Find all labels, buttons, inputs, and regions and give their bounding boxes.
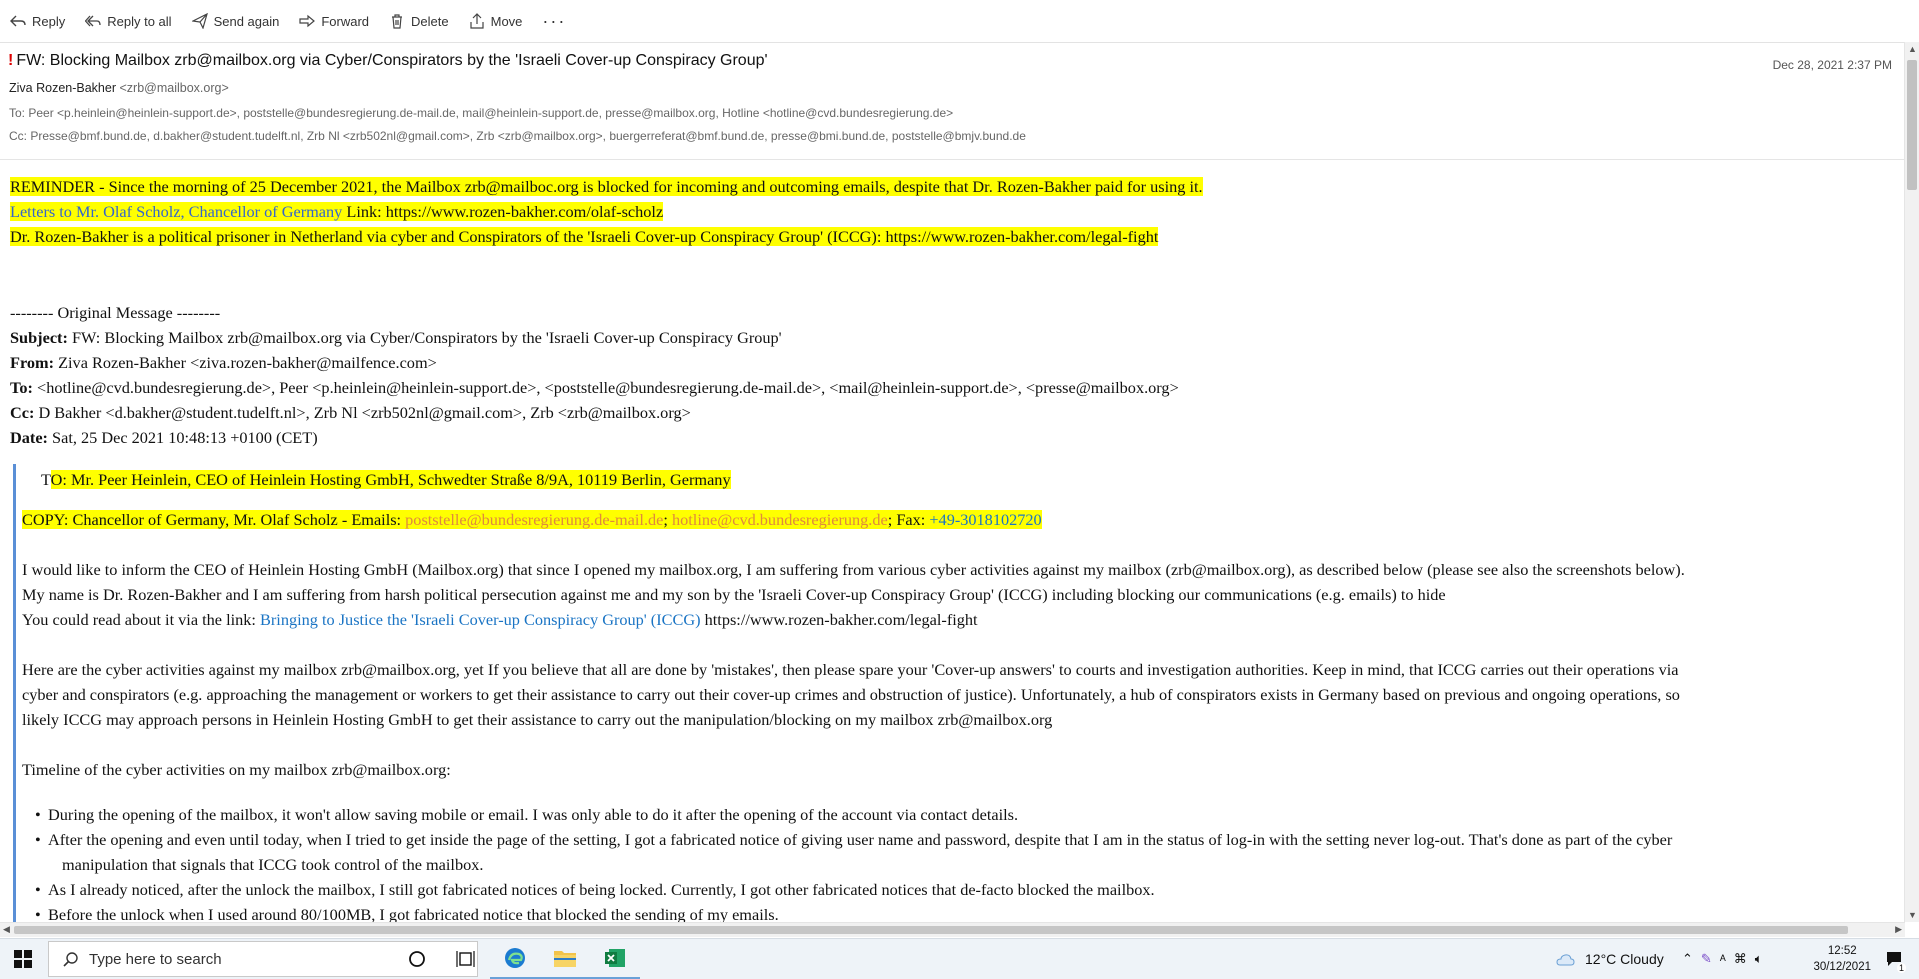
trash-icon [392,14,403,29]
justice-link[interactable]: Bringing to Justice the 'Israeli Cover-u… [260,610,701,629]
forward-button[interactable]: Forward [299,7,369,35]
message-toolbar: Reply Reply to all Send again Forward De… [0,0,1919,43]
scroll-right-icon[interactable]: ▶ [1895,924,1902,935]
clock-time: 12:52 [1827,945,1857,957]
importance-icon: ! [8,52,14,69]
weather-widget[interactable]: 12°C Cloudy [1555,939,1664,979]
horizontal-scroll-thumb[interactable] [14,926,1848,934]
cortana-button[interactable] [392,939,442,979]
sender-address: <zrb@mailbox.org> [119,81,229,95]
windows-taskbar: Type here to search 12°C Cloudy ⌃ ✎ ᴬ ⌘ … [0,938,1919,979]
task-view-button[interactable] [440,939,490,979]
move-label: Move [490,13,523,29]
delete-button[interactable]: Delete [389,7,449,35]
scroll-down-icon[interactable]: ▼ [1908,910,1917,920]
list-item: Before the unlock when I used around 80/… [35,905,779,922]
system-tray: ⌃ ✎ ᴬ ⌘ 🔈︎ [1682,939,1763,979]
orig-subject: Subject: FW: Blocking Mailbox zrb@mailbo… [10,328,782,347]
folder-icon [554,951,576,967]
message-subject: ! FW: Blocking Mailbox zrb@mailbox.org vi… [8,52,768,70]
orig-date: Date: Sat, 25 Dec 2021 10:48:13 +0100 (C… [10,428,318,447]
letters-line: Letters to Mr. Olaf Scholz, Chancellor o… [10,202,664,221]
prisoner-line: Dr. Rozen-Bakher is a political prisoner… [10,227,1159,246]
pen-icon[interactable]: ✎ [1701,951,1712,967]
more-actions-button[interactable]: ··· [542,11,566,32]
list-item: After the opening and even until today, … [35,830,1672,850]
clock-date: 30/12/2021 [1813,961,1871,973]
cloud-icon [1556,954,1575,966]
weather-text: 12°C Cloudy [1585,951,1664,967]
vertical-scrollbar[interactable]: ▲ ▼ [1904,42,1919,922]
delete-label: Delete [411,13,449,29]
copy-email-2[interactable]: hotline@cvd.bundesregierung.de [672,510,888,529]
cortana-circle-icon [409,951,425,967]
notification-center-button[interactable]: 1 [1880,939,1908,979]
list-item: During the opening of the mailbox, it wo… [35,805,1018,825]
p1-line1: I would like to inform the CEO of Heinle… [22,560,1685,579]
copy-email-1[interactable]: poststelle@bundesregierung.de-mail.de [405,510,663,529]
reply-all-icon [85,15,101,27]
windows-logo-icon [14,950,32,968]
subject-text: FW: Blocking Mailbox zrb@mailbox.org via… [16,52,768,69]
edge-browser-icon [505,948,525,968]
p1-line3: You could read about it via the link: Br… [22,610,978,629]
p2-line2: cyber and conspirators (e.g. approaching… [22,685,1680,704]
file-explorer-taskbar-app[interactable] [540,939,590,979]
cc-recipients[interactable]: Cc: Presse@bmf.bund.de, d.bakher@student… [9,129,1026,143]
taskbar-clock[interactable]: 12:52 30/12/2021 [1813,943,1871,975]
language-icon[interactable]: ᴬ [1720,952,1726,967]
reply-icon [10,15,26,27]
sender[interactable]: Ziva Rozen-Bakher <zrb@mailbox.org> [9,81,229,95]
letters-link[interactable]: Letters to Mr. Olaf Scholz, Chancellor o… [10,202,342,221]
start-button[interactable] [0,939,46,979]
reply-button[interactable]: Reply [10,7,65,35]
message-date: Dec 28, 2021 2:37 PM [1772,58,1892,72]
timeline-heading: Timeline of the cyber activities on my m… [22,760,451,779]
reminder-line: REMINDER - Since the morning of 25 Decem… [10,177,1203,196]
move-icon [470,13,484,29]
reply-all-label: Reply to all [107,13,172,29]
to-recipients[interactable]: To: Peer <p.heinlein@heinlein-support.de… [9,106,953,120]
scroll-up-icon[interactable]: ▲ [1908,44,1917,54]
network-icon[interactable]: ⌘ [1734,951,1747,967]
forward-icon [299,14,316,28]
reply-all-button[interactable]: Reply to all [85,7,172,35]
list-item: As I already noticed, after the unlock t… [35,880,1155,900]
reply-label: Reply [32,13,66,29]
send-again-label: Send again [213,13,280,29]
copy-fax[interactable]: +49-3018102720 [929,510,1041,529]
search-placeholder: Type here to search [89,950,222,968]
sender-name: Ziva Rozen-Bakher [9,81,116,95]
forward-label: Forward [321,13,370,29]
scroll-left-icon[interactable]: ◀ [3,924,10,935]
chevron-up-icon[interactable]: ⌃ [1682,951,1693,967]
notification-count: 1 [1896,963,1906,973]
move-button[interactable]: Move [469,7,523,35]
p2-line3: likely ICCG may approach persons in Hein… [22,710,1053,729]
task-view-icon [456,951,475,967]
p2-line1: Here are the cyber activities against my… [22,660,1679,679]
excel-taskbar-app[interactable] [590,939,640,979]
excel-icon [605,949,625,967]
vertical-scroll-thumb[interactable] [1907,60,1917,190]
edge-taskbar-app[interactable] [490,939,540,979]
original-message-header: -------- Original Message -------- [10,303,221,322]
to-ceo-line: TO: Mr. Peer Heinlein, CEO of Heinlein H… [41,470,731,489]
quote-bar [13,464,16,922]
send-again-button[interactable]: Send again [191,7,280,35]
orig-cc: Cc: D Bakher <d.bakher@student.tudelft.n… [10,403,691,422]
p1-line2: My name is Dr. Rozen-Bakher and I am suf… [22,585,1446,604]
list-item-cont: manipulation that signals that ICCG took… [62,855,484,874]
horizontal-scrollbar[interactable]: ◀ ▶ [0,922,1905,937]
orig-to: To: <hotline@cvd.bundesregierung.de>, Pe… [10,378,1179,397]
message-body: REMINDER - Since the morning of 25 Decem… [0,160,1904,922]
volume-icon[interactable]: 🔈︎ [1755,951,1763,967]
send-icon [191,13,208,29]
copy-line: COPY: Chancellor of Germany, Mr. Olaf Sc… [22,510,1042,529]
message-header: ! FW: Blocking Mailbox zrb@mailbox.org vi… [0,42,1906,160]
orig-from: From: Ziva Rozen-Bakher <ziva.rozen-bakh… [10,353,437,372]
search-icon [63,952,78,967]
